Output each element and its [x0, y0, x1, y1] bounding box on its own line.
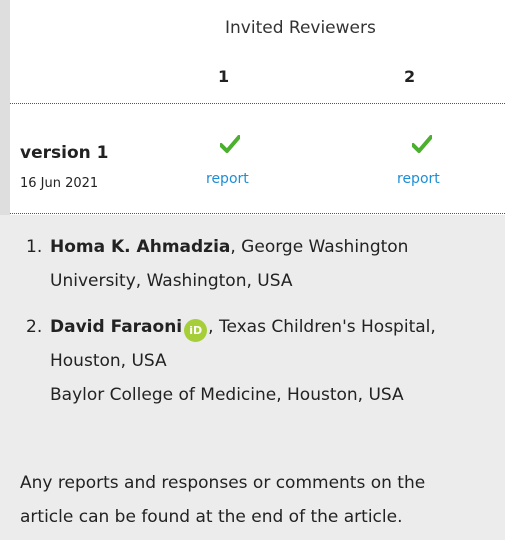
reports-note-line-1: Any reports and responses or comments on… — [20, 473, 426, 493]
reviewer-column-2-header: 2 — [404, 67, 416, 86]
reviewer-1-report-link[interactable]: report — [206, 171, 249, 187]
reviewer-affiliation: , George Washington — [230, 237, 409, 257]
reviewer-affiliation-continued: University, Washington, USA — [50, 271, 293, 291]
reviewer-list: 1. Homa K. Ahmadzia, George Washington U… — [20, 230, 500, 412]
approved-check-icon — [220, 135, 240, 153]
reviewer-item: 2. David Faraoni iD, Texas Children's Hos… — [20, 310, 500, 412]
reports-note: Any reports and responses or comments on… — [20, 466, 500, 534]
approved-check-icon — [412, 135, 432, 153]
reviewer-number: 1. — [26, 237, 43, 257]
reviewer-number: 2. — [26, 317, 43, 337]
reviewer-second-affiliation: Baylor College of Medicine, Houston, USA — [50, 385, 404, 405]
invited-reviewers-heading: Invited Reviewers — [225, 18, 376, 38]
divider — [10, 103, 505, 104]
reviewer-column-1-header: 1 — [218, 67, 230, 86]
reviewer-item: 1. Homa K. Ahmadzia, George Washington U… — [20, 230, 500, 298]
reviewer-affiliation: , Texas Children's Hospital, — [208, 317, 436, 337]
reports-note-line-2: article can be found at the end of the a… — [20, 507, 403, 527]
reviewer-2-report-link[interactable]: report — [397, 171, 440, 187]
divider — [10, 213, 505, 214]
reviewer-affiliation-continued: Houston, USA — [50, 351, 167, 371]
reviewer-name: David Faraoni — [50, 317, 183, 337]
version-date: 16 Jun 2021 — [20, 176, 99, 191]
version-label: version 1 — [20, 143, 109, 163]
orcid-icon[interactable]: iD — [184, 319, 208, 342]
left-gray-rule — [0, 0, 10, 215]
reviewer-name: Homa K. Ahmadzia — [50, 237, 231, 257]
